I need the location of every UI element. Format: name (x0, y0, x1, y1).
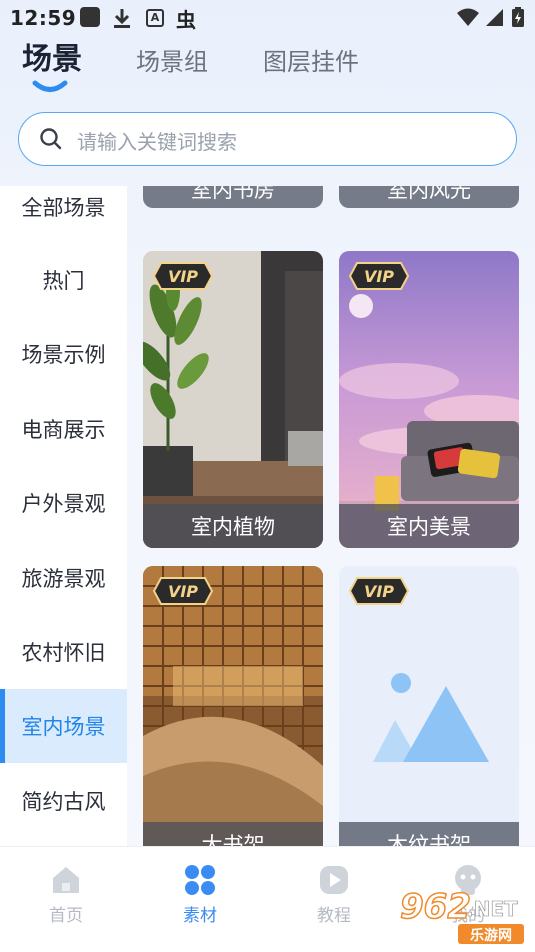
tab-scene[interactable]: 场景 (22, 34, 82, 78)
nav-label: 素材 (183, 906, 217, 926)
card-label: 大书架 (143, 822, 323, 846)
tab-layer-widgets[interactable]: 图层挂件 (263, 42, 359, 77)
download-icon (114, 9, 130, 28)
sidebar-item-scene-examples[interactable]: 场景示例 (0, 317, 127, 391)
grid-dots-icon (185, 865, 215, 895)
status-bar: 12:59 A 虫 (0, 0, 535, 36)
notification-app-icon (80, 7, 100, 27)
active-tab-indicator (32, 80, 68, 92)
vip-badge: VIP (349, 577, 409, 605)
a-icon: A (146, 9, 164, 27)
signal-icon (486, 9, 503, 26)
nav-materials[interactable]: 素材 (160, 863, 240, 926)
scene-grid: 室内书房 室内风光 VIP 室内植物 VIP 室内美景 VIP 大书架 VIP … (127, 186, 535, 846)
svg-text:VIP: VIP (168, 582, 198, 601)
card-label: 室内美景 (339, 504, 519, 548)
wifi-icon (457, 8, 479, 26)
search-input[interactable]: 请输入关键词搜索 (77, 126, 237, 155)
card-label: 室内风光 (339, 186, 519, 208)
bug-icon: 虫 (176, 8, 196, 32)
image-placeholder-icon (339, 566, 519, 846)
app-screen: 12:59 A 虫 场景 场景组 图层挂件 请输入关键词搜索 全部场景 热门 场… (0, 0, 535, 952)
scene-card[interactable]: 室内书房 (143, 186, 323, 208)
sidebar-item-rural[interactable]: 农村怀旧 (0, 615, 127, 689)
card-label: 木纹书架 (339, 822, 519, 846)
nav-label: 教程 (317, 906, 351, 926)
sidebar-item-travel[interactable]: 旅游景观 (0, 541, 127, 615)
nav-tutorial[interactable]: 教程 (294, 863, 374, 926)
svg-text:VIP: VIP (168, 267, 198, 286)
scene-card[interactable]: VIP 室内植物 (143, 251, 323, 548)
svg-text:VIP: VIP (364, 582, 394, 601)
top-tab-bar: 场景 场景组 图层挂件 (0, 38, 535, 98)
battery-icon (512, 7, 524, 27)
play-icon (320, 866, 348, 894)
svg-text:.NET: .NET (466, 897, 518, 921)
sidebar-item-hot[interactable]: 热门 (0, 243, 127, 317)
sidebar-item-indoor[interactable]: 室内场景 (0, 689, 127, 763)
vip-badge: VIP (153, 262, 213, 290)
sidebar-item-ecommerce[interactable]: 电商展示 (0, 392, 127, 466)
card-thumbnail (143, 566, 323, 846)
sidebar-item-outdoor[interactable]: 户外景观 (0, 466, 127, 540)
nav-label: 首页 (49, 906, 83, 926)
home-icon (53, 867, 79, 893)
card-label: 室内书房 (143, 186, 323, 208)
search-bar[interactable]: 请输入关键词搜索 (18, 112, 517, 166)
scene-card[interactable]: VIP 木纹书架 (339, 566, 519, 846)
vip-badge: VIP (153, 577, 213, 605)
sidebar-item-all-scenes[interactable]: 全部场景 (0, 186, 127, 244)
search-icon (40, 128, 62, 150)
scene-card[interactable]: VIP 大书架 (143, 566, 323, 846)
category-sidebar: 全部场景 热门 场景示例 电商展示 户外景观 旅游景观 农村怀旧 室内场景 简约… (0, 186, 127, 846)
svg-text:VIP: VIP (364, 267, 394, 286)
scene-card[interactable]: 室内风光 (339, 186, 519, 208)
site-watermark: 962 .NET 乐游网 (399, 886, 524, 944)
tab-scene-group[interactable]: 场景组 (136, 42, 208, 77)
svg-text:乐游网: 乐游网 (470, 927, 512, 944)
scene-card[interactable]: VIP 室内美景 (339, 251, 519, 548)
status-time: 12:59 (10, 6, 77, 30)
nav-home[interactable]: 首页 (26, 863, 106, 926)
svg-text:962: 962 (400, 887, 471, 927)
vip-badge: VIP (349, 262, 409, 290)
sidebar-item-ancient[interactable]: 简约古风 (0, 764, 127, 838)
card-label: 室内植物 (143, 504, 323, 548)
